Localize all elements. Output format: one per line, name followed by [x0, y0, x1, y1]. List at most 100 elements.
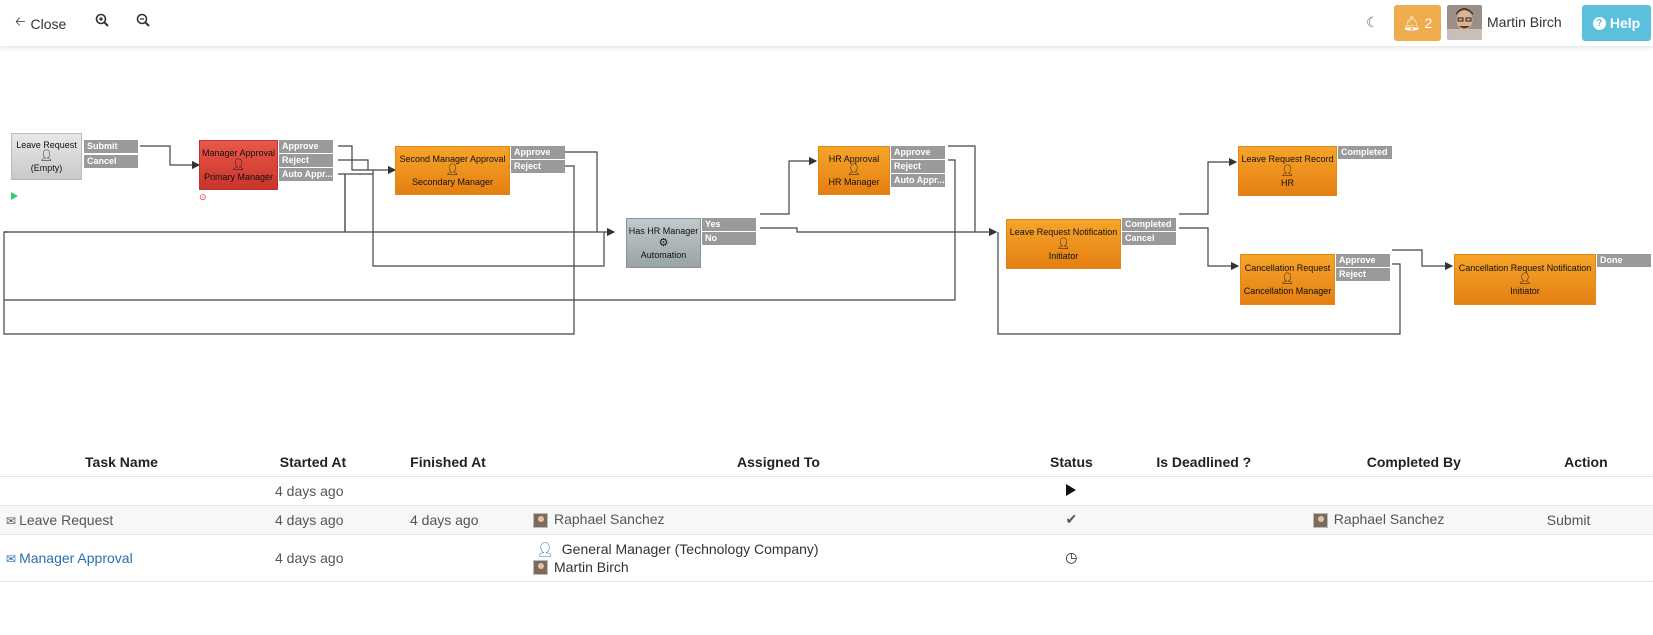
- notifications-button[interactable]: 🔔︎ 2: [1394, 5, 1441, 41]
- close-button[interactable]: 🡠 Close: [15, 13, 66, 35]
- node-subtitle: Initiator: [1510, 286, 1540, 296]
- bell-icon: 🔔︎: [1402, 14, 1421, 31]
- output-completed[interactable]: Completed: [1122, 218, 1176, 231]
- node-subtitle: Automation: [640, 249, 687, 260]
- output-auto-approve[interactable]: Auto Appr...: [891, 174, 945, 187]
- assigned-to: [513, 476, 1044, 506]
- col-started-at[interactable]: Started At: [243, 448, 383, 477]
- person-icon: 👤︎: [445, 164, 460, 176]
- close-label: Close: [30, 16, 67, 32]
- node-subtitle: Secondary Manager: [411, 177, 494, 187]
- person-icon: 👤︎: [847, 164, 861, 176]
- avatar: [533, 560, 548, 576]
- help-label: Help: [1609, 15, 1641, 31]
- start-marker-icon: [11, 192, 18, 200]
- output-reject[interactable]: Reject: [1336, 268, 1390, 281]
- connector: [1179, 157, 1238, 215]
- node-subtitle: Primary Manager: [203, 171, 274, 182]
- node-title: Leave Request Record: [1241, 154, 1334, 165]
- output-auto-approve[interactable]: Auto Appr...: [279, 168, 333, 181]
- question-icon: ?: [1592, 16, 1606, 30]
- output-approve[interactable]: Approve: [1336, 254, 1390, 267]
- node-subtitle: Initiator: [1048, 250, 1079, 261]
- workflow-connectors: [3, 145, 1454, 335]
- zoom-in-button[interactable]: [95, 13, 109, 27]
- task-name-cell: ✉︎ Leave Request: [0, 505, 243, 535]
- output-approve[interactable]: Approve: [891, 146, 945, 159]
- dark-mode-toggle[interactable]: ☾: [1366, 14, 1379, 31]
- node-has-hr-manager[interactable]: Has HR Manager ⚙︎ Automation: [626, 218, 701, 268]
- col-is-deadlined[interactable]: Is Deadlined ?: [1098, 448, 1309, 477]
- zoom-out-button[interactable]: [136, 13, 150, 27]
- output-submit[interactable]: Submit: [84, 140, 138, 153]
- connector: [4, 174, 346, 233]
- assignee-name: General Manager (Technology Company): [561, 540, 819, 557]
- col-task-name[interactable]: Task Name: [0, 448, 243, 477]
- node-leave-request[interactable]: Leave Request 👤︎ (Empty): [11, 133, 82, 180]
- zoom-out-icon: [136, 13, 150, 27]
- col-finished-at[interactable]: Finished At: [383, 448, 513, 477]
- node-subtitle: Cancellation Manager: [1243, 286, 1332, 296]
- connector: [564, 151, 598, 232]
- assignee-name: Martin Birch: [554, 558, 629, 575]
- arrow-left-icon: 🡠: [15, 14, 26, 29]
- user-name[interactable]: Martin Birch: [1487, 14, 1562, 30]
- output-cancel[interactable]: Cancel: [84, 155, 138, 168]
- is-deadlined: [1098, 476, 1309, 506]
- user-icon: 👤︎: [536, 540, 554, 557]
- connector: [338, 170, 374, 175]
- started-at: 4 days ago: [243, 476, 383, 506]
- action: [1518, 534, 1653, 582]
- node-subtitle: HR: [1281, 177, 1294, 188]
- top-toolbar: 🡠 Close ☾ 🔔︎ 2 Martin Birch ? Help: [0, 0, 1653, 46]
- node-hr-approval[interactable]: HR Approval 👤︎ HR Manager: [818, 146, 890, 195]
- task-name: Leave Request: [19, 511, 114, 528]
- connector: [140, 145, 201, 170]
- zoom-in-icon: [95, 13, 109, 27]
- output-no[interactable]: No: [702, 232, 756, 245]
- col-assigned-to[interactable]: Assigned To: [513, 448, 1044, 477]
- help-button[interactable]: ? Help: [1582, 5, 1651, 41]
- person-icon: 👤︎: [231, 158, 246, 171]
- play-icon: [1066, 483, 1077, 496]
- clock-icon: ◷: [1065, 549, 1078, 565]
- output-reject[interactable]: Reject: [511, 160, 565, 173]
- output-cancel[interactable]: Cancel: [1122, 232, 1176, 245]
- output-completed[interactable]: Completed: [1338, 146, 1392, 159]
- node-cancellation-request[interactable]: Cancellation Request 👤︎ Cancellation Man…: [1240, 254, 1335, 305]
- finished-at: [383, 476, 513, 506]
- node-subtitle: HR Manager: [828, 177, 880, 187]
- node-second-manager-approval[interactable]: Second Manager Approval 👤︎ Secondary Man…: [395, 146, 510, 195]
- connector: [1179, 227, 1240, 271]
- node-cancellation-request-notification[interactable]: Cancellation Request Notification 👤︎ Ini…: [1454, 254, 1596, 305]
- task-name-cell: ✉︎ Manager Approval: [0, 534, 243, 582]
- output-reject[interactable]: Reject: [279, 154, 333, 167]
- started-at: 4 days ago: [243, 534, 383, 582]
- connector: [948, 145, 976, 232]
- finished-at: [383, 534, 513, 582]
- connector: [1392, 249, 1454, 271]
- node-leave-request-notification[interactable]: Leave Request Notification 👤︎ Initiator: [1006, 219, 1121, 269]
- gears-icon: ⚙︎: [658, 236, 669, 249]
- table-row: ✉︎ Manager Approval 4 days ago 👤︎ General …: [0, 534, 1653, 582]
- connector: [760, 156, 818, 215]
- avatar: [1312, 512, 1328, 528]
- connector: [338, 159, 369, 170]
- task-name-link[interactable]: Manager Approval: [19, 550, 133, 566]
- envelope-icon: ✉︎: [6, 551, 17, 566]
- col-action[interactable]: Action: [1518, 448, 1653, 477]
- envelope-icon: ✉︎: [6, 513, 17, 528]
- col-completed-by[interactable]: Completed By: [1308, 448, 1519, 477]
- output-reject[interactable]: Reject: [891, 160, 945, 173]
- clock-icon: ⊙: [199, 192, 207, 202]
- node-leave-request-record[interactable]: Leave Request Record 👤︎ HR: [1238, 146, 1337, 196]
- person-icon: 👤︎: [39, 150, 54, 162]
- output-yes[interactable]: Yes: [702, 218, 756, 231]
- output-approve[interactable]: Approve: [511, 146, 565, 159]
- node-manager-approval[interactable]: Manager Approval 👤︎ Primary Manager: [199, 140, 278, 190]
- table-row: 4 days ago: [0, 476, 1653, 506]
- user-avatar[interactable]: [1447, 5, 1482, 40]
- col-status[interactable]: Status: [1044, 448, 1099, 477]
- output-approve[interactable]: Approve: [279, 140, 333, 153]
- output-done[interactable]: Done: [1597, 254, 1651, 267]
